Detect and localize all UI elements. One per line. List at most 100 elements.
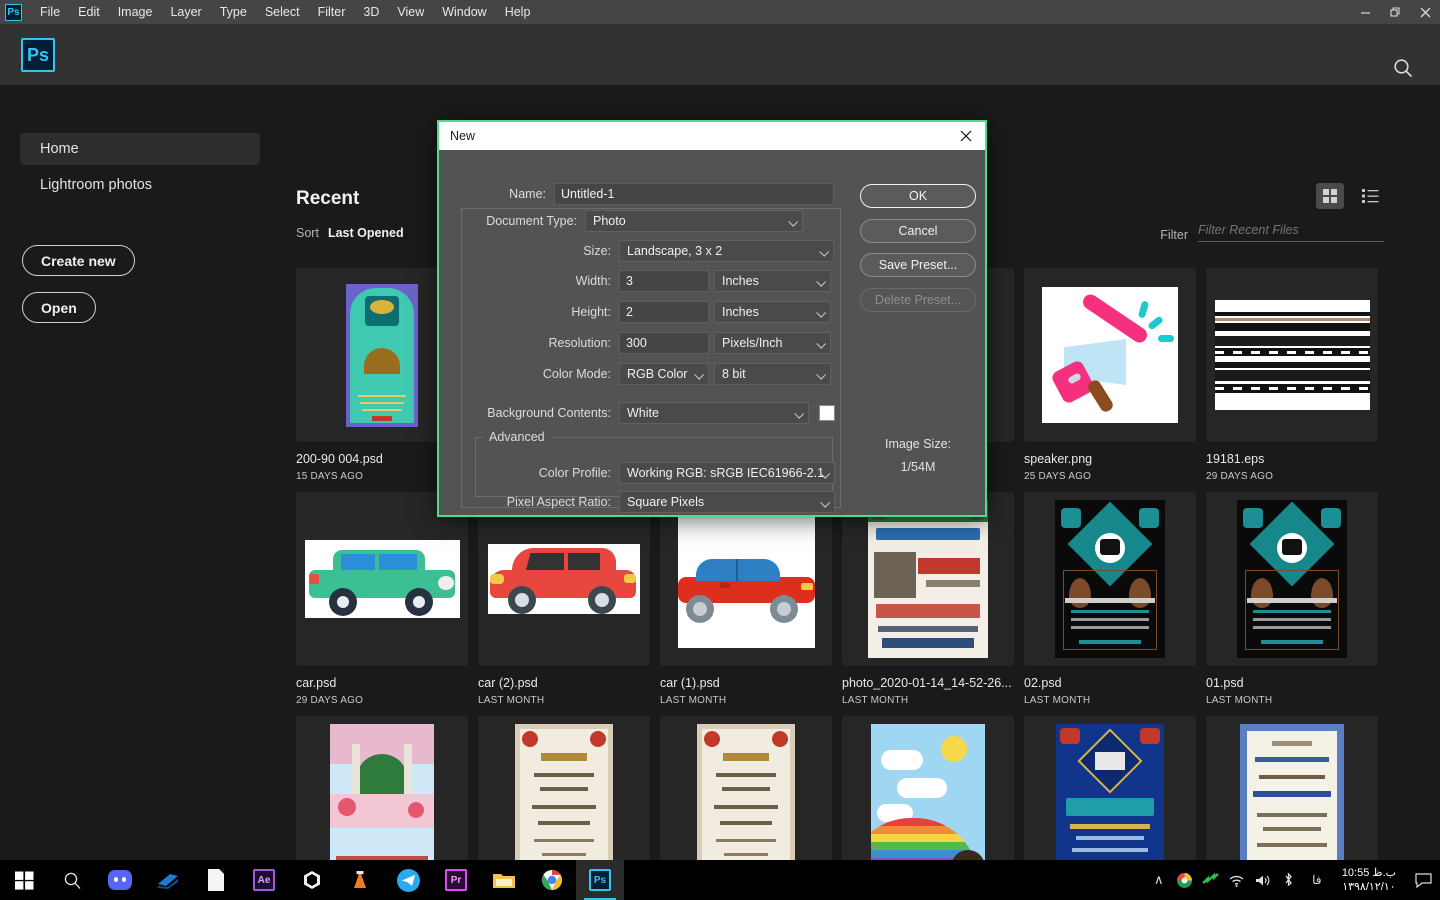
menu-filter[interactable]: Filter <box>309 0 355 24</box>
file-explorer-icon[interactable] <box>480 860 528 900</box>
grid-view-icon[interactable] <box>1316 183 1344 209</box>
filter-input[interactable] <box>1198 223 1384 242</box>
thumbnail[interactable] <box>478 492 650 666</box>
cancel-button[interactable]: Cancel <box>860 219 976 243</box>
close-button[interactable] <box>1410 0 1440 24</box>
poster-cream-art <box>515 724 613 882</box>
sort-control[interactable]: Sort Last Opened <box>296 226 404 240</box>
thumbnail[interactable] <box>1024 492 1196 666</box>
save-preset-button[interactable]: Save Preset... <box>860 253 976 277</box>
color-profile-label: Color Profile: <box>538 466 611 480</box>
volume-icon[interactable] <box>1250 860 1276 900</box>
clock[interactable]: 10:55 ب.ظ ۱۳۹۸/۱۲/۱۰ <box>1332 860 1406 900</box>
dialog-close-icon[interactable] <box>951 124 981 148</box>
thumbnail[interactable] <box>296 492 468 666</box>
width-row: Width: Inches <box>469 270 859 292</box>
photoshop-titlebar-icon: Ps <box>5 3 22 21</box>
vlc-icon[interactable] <box>336 860 384 900</box>
background-contents-select[interactable]: White <box>619 402 809 424</box>
restore-button[interactable] <box>1380 0 1410 24</box>
menu-image[interactable]: Image <box>109 0 162 24</box>
file-date: LAST MONTH <box>1206 695 1273 706</box>
file-date: 25 DAYS AGO <box>1024 471 1092 482</box>
unity-icon[interactable] <box>288 860 336 900</box>
height-input[interactable] <box>619 301 709 323</box>
color-depth-select[interactable]: 8 bit <box>714 363 831 385</box>
recent-file-card[interactable]: photo_2020-01-14_14-52-26... LAST MONTH <box>842 492 1014 706</box>
background-color-swatch[interactable] <box>819 405 835 421</box>
thumbnail[interactable] <box>1206 268 1378 442</box>
sort-label: Sort <box>296 226 319 240</box>
premiere-pro-icon[interactable]: Pr <box>432 860 480 900</box>
resolution-input[interactable] <box>619 332 709 354</box>
taskbar-search-icon[interactable] <box>48 860 96 900</box>
recent-file-card[interactable]: 02.psd LAST MONTH <box>1024 492 1196 706</box>
pixel-aspect-ratio-select[interactable]: Square Pixels <box>619 491 835 513</box>
wifi-icon[interactable] <box>1224 860 1250 900</box>
dialog-body: Advanced Name: Document Type: Photo Size… <box>439 150 985 517</box>
notepad-icon[interactable] <box>192 860 240 900</box>
recent-file-card[interactable]: 01.psd LAST MONTH <box>1206 492 1378 706</box>
menu-file[interactable]: File <box>31 0 69 24</box>
recent-file-card[interactable]: car.psd 29 DAYS AGO <box>296 492 468 706</box>
list-view-icon[interactable] <box>1356 183 1384 209</box>
pixel-aspect-ratio-row: Pixel Aspect Ratio: Square Pixels <box>485 491 845 513</box>
name-input[interactable] <box>554 183 834 205</box>
photoshop-logo: Ps <box>21 38 55 72</box>
after-effects-icon[interactable]: Ae <box>240 860 288 900</box>
chevron-up-icon[interactable]: ∧ <box>1146 860 1172 900</box>
dialog-title: New <box>450 129 476 143</box>
create-new-button[interactable]: Create new <box>22 245 135 276</box>
sidebar-item-lightroom-photos[interactable]: Lightroom photos <box>20 169 260 201</box>
size-select[interactable]: Landscape, 3 x 2 <box>619 240 834 262</box>
menu-3d[interactable]: 3D <box>354 0 388 24</box>
menu-type[interactable]: Type <box>211 0 256 24</box>
recent-title: Recent <box>296 188 360 209</box>
recent-file-card[interactable]: car (2).psd LAST MONTH <box>478 492 650 706</box>
thumbnail[interactable] <box>660 492 832 666</box>
width-label: Width: <box>575 274 611 288</box>
recent-file-card[interactable]: speaker.png 25 DAYS AGO <box>1024 268 1196 482</box>
background-contents-row: Background Contents: White <box>469 402 869 424</box>
color-mode-select[interactable]: RGB Color <box>619 363 709 385</box>
width-input[interactable] <box>619 270 709 292</box>
menu-layer[interactable]: Layer <box>161 0 210 24</box>
vegas-icon[interactable] <box>144 860 192 900</box>
action-center-icon[interactable] <box>1406 860 1440 900</box>
menu-window[interactable]: Window <box>433 0 495 24</box>
sidebar-item-label: Lightroom photos <box>40 177 153 193</box>
recent-file-card[interactable]: car (1).psd LAST MONTH <box>660 492 832 706</box>
menu-help[interactable]: Help <box>496 0 540 24</box>
height-unit-select[interactable]: Inches <box>714 301 831 323</box>
ok-button[interactable]: OK <box>860 184 976 208</box>
telegram-icon[interactable] <box>384 860 432 900</box>
safe-icon[interactable] <box>1198 860 1224 900</box>
menu-select[interactable]: Select <box>256 0 309 24</box>
chrome-icon[interactable] <box>528 860 576 900</box>
document-type-select[interactable]: Photo <box>585 210 803 232</box>
minimize-button[interactable] <box>1350 0 1380 24</box>
thumbnail[interactable] <box>1024 268 1196 442</box>
idm-icon[interactable] <box>1172 860 1198 900</box>
language-indicator[interactable]: فا <box>1302 860 1332 900</box>
open-button[interactable]: Open <box>22 292 96 323</box>
bluetooth-icon[interactable] <box>1276 860 1302 900</box>
menu-view[interactable]: View <box>388 0 433 24</box>
thumbnail[interactable] <box>842 492 1014 666</box>
menu-edit[interactable]: Edit <box>69 0 109 24</box>
width-unit-select[interactable]: Inches <box>714 270 831 292</box>
sidebar-item-label: Home <box>40 141 79 157</box>
sort-value[interactable]: Last Opened <box>328 226 404 240</box>
recent-file-card[interactable]: 19181.eps 29 DAYS AGO <box>1206 268 1378 482</box>
search-icon[interactable] <box>1392 57 1414 79</box>
resolution-unit-select[interactable]: Pixels/Inch <box>714 332 831 354</box>
photoshop-taskbar-icon[interactable]: Ps <box>576 860 624 900</box>
document-type-row: Document Type: Photo <box>469 210 849 232</box>
start-button-icon[interactable] <box>0 860 48 900</box>
color-profile-select[interactable]: Working RGB: sRGB IEC61966-2.1 <box>619 462 835 484</box>
sidebar-item-home[interactable]: Home <box>20 133 260 165</box>
dialog-titlebar: New <box>439 122 985 150</box>
view-toggles <box>1316 183 1384 209</box>
discord-icon[interactable] <box>96 860 144 900</box>
thumbnail[interactable] <box>1206 492 1378 666</box>
